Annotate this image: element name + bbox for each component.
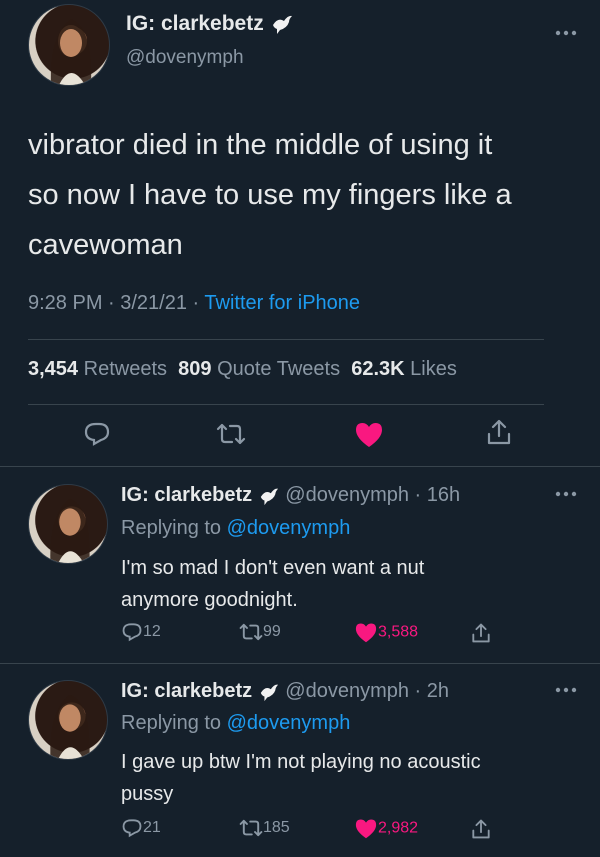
quotes-label: Quote Tweets	[217, 358, 341, 380]
like-action[interactable]: 3,588	[354, 622, 418, 643]
more-icon[interactable]	[555, 30, 577, 36]
author-name[interactable]: IG: clarkebetz	[121, 484, 252, 506]
quotes-stat[interactable]: 809 Quote Tweets	[178, 358, 340, 380]
reply-count: 12	[143, 623, 161, 640]
avatar[interactable]	[28, 4, 110, 86]
reply-icon	[121, 622, 143, 642]
share-icon[interactable]	[486, 418, 512, 446]
replying-to: Replying to @dovenymph	[121, 517, 350, 540]
action-bar: 12 99 3,588	[121, 622, 521, 646]
divider	[0, 663, 600, 664]
retweets-label: Retweets	[83, 358, 167, 380]
heart-icon	[354, 818, 378, 839]
divider	[0, 466, 600, 467]
tweet-text: I'm so mad I don't even want a nut anymo…	[121, 552, 424, 616]
like-count: 3,588	[378, 623, 419, 641]
retweet-action[interactable]: 185	[239, 818, 290, 838]
tweet-text-line: pussy	[121, 783, 174, 805]
heart-icon[interactable]	[354, 421, 384, 448]
author-name[interactable]: IG: clarkebetz	[126, 12, 264, 35]
tweet-text: I gave up btw I'm not playing no acousti…	[121, 746, 481, 810]
replying-to: Replying to @dovenymph	[121, 712, 350, 735]
tweet-text: vibrator died in the middle of using it …	[28, 120, 512, 270]
likes-stat[interactable]: 62.3K Likes	[351, 358, 457, 380]
retweet-icon	[239, 622, 263, 642]
reply-action[interactable]: 12	[121, 622, 161, 642]
more-icon[interactable]	[555, 687, 577, 693]
retweet-icon	[239, 818, 263, 838]
reply-action[interactable]: 21	[121, 818, 161, 838]
tweet-source[interactable]: Twitter for iPhone	[204, 292, 360, 314]
reply-icon	[121, 818, 143, 838]
more-icon[interactable]	[555, 491, 577, 497]
author-name[interactable]: IG: clarkebetz	[121, 680, 252, 702]
share-icon[interactable]	[471, 622, 491, 644]
divider	[28, 404, 544, 405]
tweet-text-line: so now I have to use my fingers like a	[28, 179, 512, 211]
tweet-text-line: anymore goodnight.	[121, 589, 298, 611]
reply-count: 21	[143, 819, 161, 836]
replying-handle[interactable]: @dovenymph	[227, 517, 351, 539]
likes-count: 62.3K	[351, 358, 405, 380]
retweet-icon[interactable]	[216, 422, 246, 446]
author-handle-time[interactable]: @dovenymph · 16h	[285, 484, 460, 506]
retweet-count: 99	[263, 623, 281, 640]
like-action[interactable]: 2,982	[354, 818, 418, 839]
quotes-count: 809	[178, 358, 212, 380]
author-handle[interactable]: @dovenymph	[126, 47, 244, 69]
divider	[28, 339, 544, 340]
tweet-text-line: I gave up btw I'm not playing no acousti…	[121, 751, 481, 773]
tweet-text-line: vibrator died in the middle of using it	[28, 129, 493, 161]
replying-prefix: Replying to	[121, 712, 227, 734]
likes-label: Likes	[410, 358, 457, 380]
action-bar: 21 185 2,982	[121, 818, 521, 842]
like-count: 2,982	[378, 819, 419, 837]
tweet-timestamp[interactable]: 9:28 PM · 3/21/21 ·	[28, 292, 204, 314]
tweet-text-line: I'm so mad I don't even want a nut	[121, 557, 425, 579]
engagement-stats: 3,454 Retweets 809 Quote Tweets 62.3K Li…	[28, 358, 457, 381]
tweet-text-line: cavewoman	[28, 229, 183, 261]
retweets-count: 3,454	[28, 358, 79, 380]
replying-handle[interactable]: @dovenymph	[227, 712, 351, 734]
author-handle-time[interactable]: @dovenymph · 2h	[285, 680, 449, 702]
dove-icon	[258, 682, 280, 702]
share-icon[interactable]	[471, 818, 491, 840]
replying-prefix: Replying to	[121, 517, 227, 539]
reply-icon[interactable]	[83, 421, 111, 447]
retweet-count: 185	[263, 819, 290, 836]
heart-icon	[354, 622, 378, 643]
avatar[interactable]	[28, 680, 108, 760]
retweet-action[interactable]: 99	[239, 622, 281, 642]
avatar[interactable]	[28, 484, 108, 564]
dove-icon	[270, 13, 294, 35]
dove-icon	[258, 486, 280, 506]
retweets-stat[interactable]: 3,454 Retweets	[28, 358, 167, 380]
